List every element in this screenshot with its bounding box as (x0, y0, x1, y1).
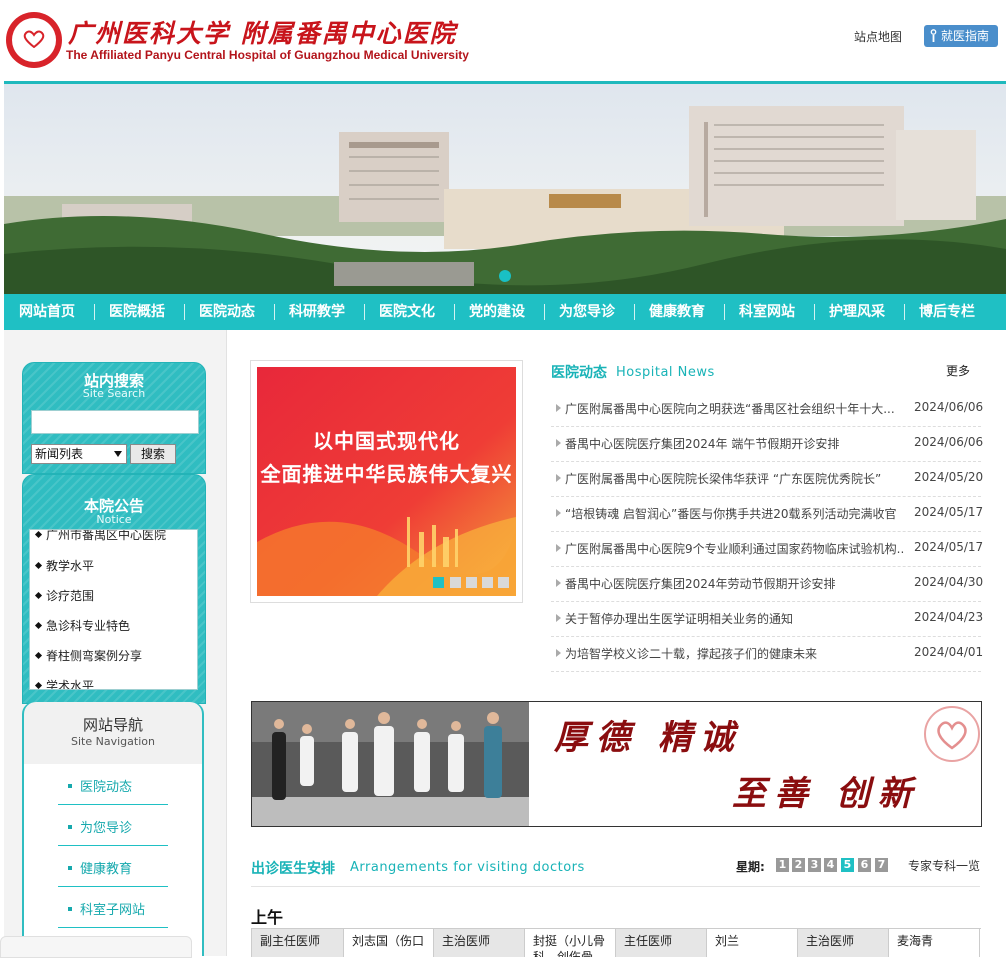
hospital-banner-image (4, 84, 1006, 294)
search-input[interactable] (31, 410, 199, 434)
table-cell[interactable]: 刘志国（伤口 (344, 929, 434, 957)
banner-indicator[interactable] (499, 270, 511, 282)
notice-item[interactable]: 广州市番禺区中心医院 (34, 530, 166, 543)
motto-line-1: 厚德 精诚 (554, 718, 742, 758)
news-row[interactable]: 关于暂停办理出生医学证明相关业务的通知 2024/04/23 (551, 601, 983, 637)
table-cell: 副主任医师 (252, 929, 344, 957)
news-row[interactable]: 广医附属番禺中心医院向之明获选“番禺区社会组织十年十大... 2024/06/06 (551, 391, 983, 427)
news-row[interactable]: 广医附属番禺中心医院院长梁伟华获评 “广东医院优秀院长” 2024/05/20 (551, 461, 983, 497)
floating-card (0, 936, 192, 958)
slide-image: 以中国式现代化 全面推进中华民族伟大复兴 (257, 367, 516, 596)
day-tab[interactable]: 7 (875, 858, 888, 872)
search-category-value: 新闻列表 (35, 447, 84, 461)
nav-guide[interactable]: 为您导诊 (559, 294, 615, 330)
hospital-name-cn: 广州医科大学 附属番禺中心医院 (68, 19, 457, 48)
day-tab[interactable]: 2 (792, 858, 805, 872)
main-navigation: 网站首页 医院概括 医院动态 科研教学 医院文化 党的建设 为您导诊 健康教育 … (4, 294, 1006, 330)
medical-guide-label: 就医指南 (941, 29, 990, 43)
slide-dot[interactable] (482, 577, 493, 588)
hospital-logo-seal[interactable] (6, 12, 62, 68)
schedule-table: 副主任医师 刘志国（伤口 主治医师 封挺（小儿骨科、创伤骨 主任医师 刘兰 主治… (251, 928, 981, 957)
staff-photo (252, 702, 529, 826)
slide-headline-1: 以中国式现代化 (313, 429, 460, 453)
news-row[interactable]: 广医附属番禺中心医院9个专业顺利通过国家药物临床试验机构... 2024/05/1… (551, 531, 983, 567)
news-more-link[interactable]: 更多 (946, 362, 970, 379)
notice-item[interactable]: 脊柱侧弯案例分享 (34, 647, 142, 664)
site-nav-link[interactable]: 医院动态 (68, 776, 132, 795)
search-button[interactable]: 搜索 (130, 444, 176, 464)
table-cell: 主治医师 (798, 929, 889, 957)
day-tab-active[interactable]: 5 (841, 858, 854, 872)
nav-postdoc[interactable]: 博后专栏 (919, 294, 975, 330)
notice-item[interactable]: 急诊科专业特色 (34, 617, 130, 634)
news-row[interactable]: 为培智学校义诊二十载，撑起孩子们的健康未来 2024/04/01 (551, 636, 983, 672)
site-nav-link[interactable]: 科室子网站 (68, 899, 145, 918)
site-navigation-panel: 网站导航 Site Navigation 医院动态 为您导诊 健康教育 科室子网… (22, 702, 204, 956)
sitemap-link[interactable]: 站点地图 (854, 28, 902, 45)
table-cell[interactable]: 刘兰 (707, 929, 798, 957)
week-label: 星期: (736, 860, 765, 874)
day-tab[interactable]: 4 (824, 858, 837, 872)
nav-home[interactable]: 网站首页 (19, 294, 75, 330)
site-search-panel: 站内搜索 Site Search 新闻列表 搜索 (22, 362, 206, 474)
motto-line-2: 至善 创新 (732, 774, 920, 814)
notice-subtitle: Notice (96, 513, 132, 526)
table-cell: 主任医师 (616, 929, 707, 957)
nav-news[interactable]: 医院动态 (199, 294, 255, 330)
medical-guide-button[interactable]: 就医指南 (924, 25, 998, 47)
slide-dot[interactable] (466, 577, 477, 588)
site-header: 广州医科大学 附属番禺中心医院 The Affiliated Panyu Cen… (0, 0, 1006, 82)
featured-slider[interactable]: 以中国式现代化 全面推进中华民族伟大复兴 (250, 360, 523, 603)
notice-panel: 本院公告 Notice 广州市番禺区中心医院 教学水平 诊疗范围 急诊科专业特色… (22, 474, 206, 704)
nav-party[interactable]: 党的建设 (469, 294, 525, 330)
news-section-title: 医院动态 (551, 365, 607, 381)
nav-health[interactable]: 健康教育 (649, 294, 705, 330)
info-icon (930, 29, 937, 42)
all-specialists-link[interactable]: 专家专科一览 (908, 857, 980, 874)
nav-research[interactable]: 科研教学 (289, 294, 345, 330)
notice-item[interactable]: 学术水平 (34, 677, 94, 689)
nav-departments[interactable]: 科室网站 (739, 294, 795, 330)
news-row[interactable]: 番禺中心医院医疗集团2024年 端午节假期开诊安排 2024/06/06 (551, 426, 983, 462)
site-nav-link[interactable]: 为您导诊 (68, 817, 132, 836)
hospital-seal-logo (924, 706, 980, 762)
site-nav-link[interactable]: 健康教育 (68, 858, 132, 877)
day-tab[interactable]: 6 (858, 858, 871, 872)
news-section-title-en: Hospital News (616, 365, 715, 380)
day-tab[interactable]: 3 (808, 858, 821, 872)
chevron-down-icon (114, 451, 122, 457)
hospital-name-en: The Affiliated Panyu Central Hospital of… (66, 48, 469, 62)
news-row[interactable]: “培根铸魂 启智润心”番医与你携手共进20载系列活动完满收官 2024/05/17 (551, 496, 983, 532)
nav-overview[interactable]: 医院概括 (109, 294, 165, 330)
slide-dot[interactable] (498, 577, 509, 588)
site-navigation-subtitle: Site Navigation (71, 735, 155, 748)
table-cell[interactable]: 封挺（小儿骨科、创伤骨 (525, 929, 616, 957)
notice-item[interactable]: 教学水平 (34, 557, 94, 574)
search-category-select[interactable]: 新闻列表 (31, 444, 127, 464)
slide-headline-2: 全面推进中华民族伟大复兴 (260, 462, 513, 486)
nav-nursing[interactable]: 护理风采 (829, 294, 885, 330)
schedule-title-en: Arrangements for visiting doctors (350, 860, 585, 875)
table-cell[interactable]: 麦海青 (889, 929, 980, 957)
schedule-divider (251, 886, 980, 887)
site-navigation-title: 网站导航 (82, 716, 143, 734)
nav-culture[interactable]: 医院文化 (379, 294, 435, 330)
table-cell: 主治医师 (434, 929, 525, 957)
slide-dot[interactable] (433, 577, 444, 588)
slide-dot[interactable] (450, 577, 461, 588)
news-row[interactable]: 番禺中心医院医疗集团2024年劳动节假期开诊安排 2024/04/30 (551, 566, 983, 602)
notice-item[interactable]: 诊疗范围 (34, 587, 94, 604)
site-search-subtitle: Site Search (82, 387, 146, 400)
schedule-title: 出诊医生安排 (251, 861, 335, 877)
schedule-period: 上午 (251, 908, 284, 927)
day-tab[interactable]: 1 (776, 858, 789, 872)
notice-list: 广州市番禺区中心医院 教学水平 诊疗范围 急诊科专业特色 脊柱侧弯案例分享 学术… (29, 529, 198, 690)
column-divider (226, 330, 227, 956)
motto-banner: 厚德 精诚 至善 创新 (251, 701, 982, 827)
